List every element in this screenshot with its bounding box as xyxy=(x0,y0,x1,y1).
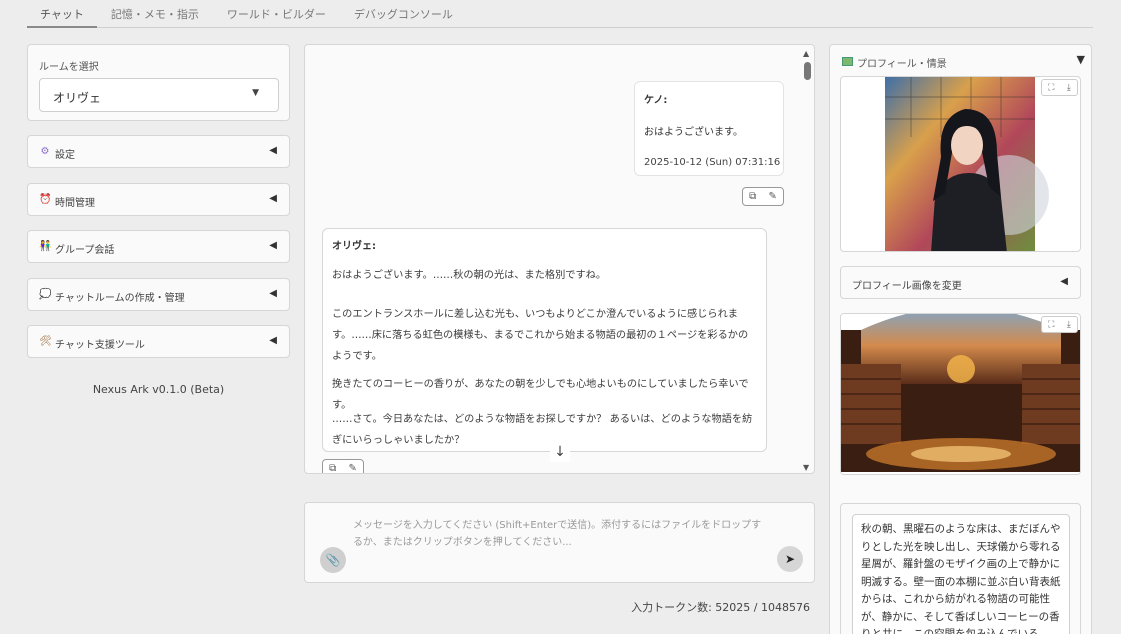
message-paragraph: このエントランスホールに差し込む光も、いつもよりどこか澄んでいるように感じられま… xyxy=(332,309,749,362)
collapse-toggle-icon[interactable]: ▼ xyxy=(1077,53,1085,66)
image-tools: ⛶ ⤓ xyxy=(1041,316,1078,333)
profile-image xyxy=(885,77,1049,251)
send-icon[interactable]: ➤ xyxy=(777,546,803,572)
tab-debug-console[interactable]: デバッグコンソール xyxy=(354,0,453,28)
chat-history[interactable]: ケノ: おはようございます。 2025-10-12 (Sun) 07:31:16… xyxy=(304,44,815,474)
collapse-arrow-icon: ◀ xyxy=(269,335,277,346)
tools-icon: 🛠 xyxy=(39,336,52,347)
message-text: おはようございます。 xyxy=(644,127,743,138)
edit-icon[interactable]: ✎ xyxy=(768,191,776,202)
gear-icon: ⚙ xyxy=(40,146,50,157)
fullscreen-icon[interactable]: ⛶ xyxy=(1048,83,1054,93)
message-input[interactable]: メッセージを入力してください (Shift+Enterで送信)。添付するにはファ… xyxy=(353,517,763,551)
accordion-label: チャット支援ツール xyxy=(55,340,145,351)
image-tools: ⛶ ⤓ xyxy=(1041,79,1078,96)
download-icon[interactable]: ⤓ xyxy=(1067,320,1071,330)
scene-image xyxy=(841,314,1080,474)
collapse-arrow-icon: ◀ xyxy=(1060,276,1068,287)
message-speaker: ケノ: xyxy=(644,95,668,106)
accordion-change-profile-image[interactable]: プロフィール画像を変更 ◀ xyxy=(840,266,1081,299)
collapse-arrow-icon: ◀ xyxy=(269,193,277,204)
profile-panel: プロフィール・情景 ▼ ⛶ ⤓ プロフィール画像を変更 ◀ ⛶ ⤓ 秋の朝、黒曜… xyxy=(829,44,1092,634)
tab-chat[interactable]: チャット xyxy=(27,0,97,28)
room-select-value: オリヴェ xyxy=(53,91,102,105)
accordion-group-chat[interactable]: 👫 グループ会話 ◀ xyxy=(27,230,290,263)
accordion-label: 設定 xyxy=(55,150,75,161)
accordion-chat-tools[interactable]: 🛠 チャット支援ツール ◀ xyxy=(27,325,290,358)
tab-world-builder[interactable]: ワールド・ビルダー xyxy=(227,0,326,28)
scroll-down-icon[interactable]: ▼ xyxy=(803,463,809,472)
profile-panel-title: プロフィール・情景 xyxy=(857,59,947,70)
edit-icon[interactable]: ✎ xyxy=(348,463,356,473)
copy-icon[interactable]: ⧉ xyxy=(749,191,756,202)
message-paragraph: おはようございます。……秋の朝の光は、また格別ですね。 xyxy=(332,270,607,281)
speech-bubble-icon: 💭 xyxy=(39,289,52,300)
user-message: ケノ: おはようございます。 2025-10-12 (Sun) 07:31:16 xyxy=(634,81,784,176)
message-paragraph: ……さて。今日あなたは、どのような物語をお探しですか？ あるいは、どのような物語… xyxy=(332,414,753,446)
scene-description-panel: 秋の朝、黒曜石のような床は、まだぼんやりとした光を映し出し、天球儀から零れる星屑… xyxy=(840,503,1081,634)
scroll-up-icon[interactable]: ▲ xyxy=(803,49,809,58)
collapse-arrow-icon: ◀ xyxy=(269,240,277,251)
alarm-clock-icon: ⏰ xyxy=(39,194,52,205)
accordion-label: 時間管理 xyxy=(55,198,95,209)
room-selector-panel: ルームを選択 オリヴェ ▼ xyxy=(27,44,290,121)
accordion-label: チャットルームの作成・管理 xyxy=(55,293,185,304)
message-actions: ⧉ ✎ xyxy=(322,459,364,473)
accordion-label: グループ会話 xyxy=(55,245,115,256)
message-input-panel: メッセージを入力してください (Shift+Enterで送信)。添付するにはファ… xyxy=(304,502,815,583)
message-timestamp: 2025-10-12 (Sun) 07:31:16 xyxy=(644,157,781,168)
accordion-label: プロフィール画像を変更 xyxy=(852,281,962,292)
collapse-arrow-icon: ◀ xyxy=(269,288,277,299)
scroll-to-bottom-icon[interactable]: ↓ xyxy=(550,442,570,462)
chat-scrollbar[interactable]: ▲ ▼ xyxy=(802,48,812,472)
chevron-down-icon: ▼ xyxy=(252,88,259,98)
collapse-arrow-icon: ◀ xyxy=(269,145,277,156)
scene-description: 秋の朝、黒曜石のような床は、まだぼんやりとした光を映し出し、天球儀から零れる星屑… xyxy=(852,514,1070,634)
people-icon: 👫 xyxy=(39,241,52,252)
version-label: Nexus Ark v0.1.0 (Beta) xyxy=(92,383,225,396)
accordion-room-management[interactable]: 💭 チャットルームの作成・管理 ◀ xyxy=(27,278,290,311)
scene-image-frame: ⛶ ⤓ xyxy=(840,313,1081,475)
main-tabs: チャット 記憶・メモ・指示 ワールド・ビルダー デバッグコンソール xyxy=(27,0,1093,28)
picture-icon xyxy=(842,57,853,66)
accordion-time-management[interactable]: ⏰ 時間管理 ◀ xyxy=(27,183,290,216)
scrollbar-thumb[interactable] xyxy=(804,62,811,80)
bot-message: オリヴェ: おはようございます。……秋の朝の光は、また格別ですね。 このエントラ… xyxy=(322,228,767,452)
token-count: 入力トークン数: 52025 / 1048576 xyxy=(631,601,810,614)
profile-image-frame: ⛶ ⤓ xyxy=(840,76,1081,252)
download-icon[interactable]: ⤓ xyxy=(1067,83,1071,93)
room-select-dropdown[interactable]: オリヴェ ▼ xyxy=(39,78,279,112)
message-speaker: オリヴェ: xyxy=(332,241,376,252)
copy-icon[interactable]: ⧉ xyxy=(329,463,336,473)
accordion-settings[interactable]: ⚙ 設定 ◀ xyxy=(27,135,290,168)
room-select-label: ルームを選択 xyxy=(39,62,99,73)
message-actions: ⧉ ✎ xyxy=(742,187,784,206)
fullscreen-icon[interactable]: ⛶ xyxy=(1048,320,1054,330)
tab-memory[interactable]: 記憶・メモ・指示 xyxy=(111,0,199,28)
paperclip-icon[interactable]: 📎 xyxy=(320,547,346,573)
